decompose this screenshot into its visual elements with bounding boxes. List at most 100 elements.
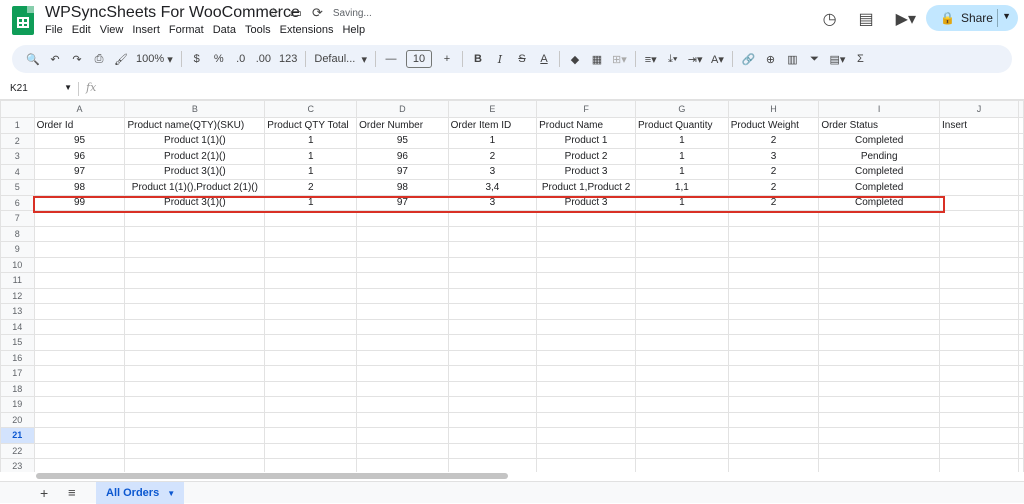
cell[interactable] xyxy=(264,225,358,242)
cell[interactable] xyxy=(264,241,358,258)
cell[interactable] xyxy=(1018,194,1024,211)
cell[interactable]: 96 xyxy=(33,148,126,165)
move-folder-icon[interactable]: ▭ xyxy=(290,5,302,21)
cell[interactable]: Product 2 xyxy=(536,148,637,165)
functions-button[interactable]: Σ xyxy=(849,48,871,70)
column-header[interactable]: E xyxy=(447,100,538,118)
history-icon[interactable]: ◷ xyxy=(823,9,837,29)
cell[interactable] xyxy=(356,256,449,273)
menu-data[interactable]: Data xyxy=(213,24,236,36)
cell[interactable]: Product 2(1)() xyxy=(124,148,266,165)
decrease-font-size-icon[interactable]: — xyxy=(380,48,402,70)
cell[interactable] xyxy=(635,303,729,320)
zoom-select[interactable]: 100% ▾ xyxy=(132,48,177,70)
cell[interactable] xyxy=(635,349,729,366)
cell[interactable] xyxy=(124,396,266,413)
cell[interactable] xyxy=(939,179,1019,196)
cell[interactable]: 3 xyxy=(447,194,538,211)
cell[interactable] xyxy=(33,349,126,366)
cell[interactable] xyxy=(447,365,538,382)
cell[interactable] xyxy=(536,411,637,428)
cell[interactable] xyxy=(635,256,729,273)
cell[interactable]: 96 xyxy=(356,148,449,165)
text-rotation-icon[interactable]: A▾ xyxy=(706,48,728,70)
row-header[interactable]: 1 xyxy=(0,117,35,134)
cell[interactable] xyxy=(635,241,729,258)
cell[interactable] xyxy=(536,303,637,320)
menu-extensions[interactable]: Extensions xyxy=(280,24,334,36)
cell[interactable] xyxy=(818,303,941,320)
horizontal-scrollbar[interactable] xyxy=(36,473,508,479)
cell[interactable]: 2 xyxy=(727,163,820,180)
cell[interactable] xyxy=(356,396,449,413)
cell[interactable] xyxy=(727,442,820,459)
cell[interactable] xyxy=(727,458,820,472)
cell[interactable] xyxy=(1018,163,1024,180)
cell[interactable] xyxy=(1018,272,1024,289)
cell[interactable] xyxy=(447,210,538,227)
cell[interactable] xyxy=(635,272,729,289)
decrease-decimal-button[interactable]: .0 xyxy=(230,48,252,70)
cell[interactable]: 3 xyxy=(727,148,820,165)
cell[interactable] xyxy=(447,427,538,444)
increase-decimal-button[interactable]: .00 xyxy=(252,48,275,70)
cell[interactable] xyxy=(727,349,820,366)
cell[interactable] xyxy=(536,427,637,444)
cell[interactable]: Completed xyxy=(818,132,941,149)
select-all-corner[interactable] xyxy=(0,100,35,118)
cell[interactable] xyxy=(264,380,358,397)
cell[interactable] xyxy=(264,411,358,428)
cell[interactable] xyxy=(536,442,637,459)
cell[interactable] xyxy=(635,318,729,335)
cell[interactable] xyxy=(536,349,637,366)
cell[interactable] xyxy=(447,272,538,289)
cell[interactable] xyxy=(939,272,1019,289)
cell[interactable] xyxy=(356,442,449,459)
cell[interactable]: 1 xyxy=(635,163,729,180)
cell[interactable]: Product 3 xyxy=(536,163,637,180)
cell[interactable] xyxy=(536,272,637,289)
cell[interactable]: 2 xyxy=(727,194,820,211)
cell[interactable] xyxy=(447,287,538,304)
cell[interactable]: Product Quantity xyxy=(635,117,729,134)
cell[interactable]: 1 xyxy=(264,132,358,149)
currency-format-button[interactable]: $ xyxy=(186,48,208,70)
cell[interactable] xyxy=(727,287,820,304)
row-header[interactable]: 3 xyxy=(0,148,35,165)
document-title[interactable]: WPSyncSheets For WooCommerce xyxy=(45,4,300,22)
redo-icon[interactable]: ↷ xyxy=(66,48,88,70)
cell[interactable] xyxy=(727,427,820,444)
column-header[interactable]: B xyxy=(124,100,266,118)
cell[interactable] xyxy=(356,334,449,351)
cell[interactable] xyxy=(264,303,358,320)
cell[interactable] xyxy=(727,380,820,397)
cell[interactable]: Product name(QTY)(SKU) xyxy=(124,117,266,134)
row-header[interactable]: 17 xyxy=(0,365,35,382)
cell[interactable] xyxy=(1018,427,1024,444)
cell[interactable] xyxy=(447,303,538,320)
cell[interactable] xyxy=(447,349,538,366)
sheet-tab-all-orders[interactable]: All Orders ▼ xyxy=(96,482,184,504)
row-header[interactable]: 5 xyxy=(0,179,35,196)
cell[interactable] xyxy=(1018,318,1024,335)
column-header[interactable]: I xyxy=(818,100,941,118)
cell[interactable]: Product 1 xyxy=(536,132,637,149)
cell[interactable]: Order Id xyxy=(33,117,126,134)
cell[interactable] xyxy=(124,256,266,273)
cell[interactable] xyxy=(33,210,126,227)
cell[interactable] xyxy=(818,380,941,397)
cell[interactable] xyxy=(818,442,941,459)
cell[interactable] xyxy=(33,303,126,320)
paint-format-icon[interactable]: 🖌 xyxy=(110,48,132,70)
cell[interactable]: 98 xyxy=(356,179,449,196)
cell[interactable] xyxy=(356,318,449,335)
cell[interactable] xyxy=(124,318,266,335)
menu-tools[interactable]: Tools xyxy=(245,24,271,36)
row-header[interactable]: 2 xyxy=(0,132,35,149)
cell[interactable] xyxy=(727,225,820,242)
cell[interactable] xyxy=(818,210,941,227)
cell[interactable] xyxy=(264,427,358,444)
cell[interactable] xyxy=(356,241,449,258)
cell[interactable] xyxy=(1018,148,1024,165)
share-button[interactable]: 🔒 Share ▼ xyxy=(926,5,1018,31)
